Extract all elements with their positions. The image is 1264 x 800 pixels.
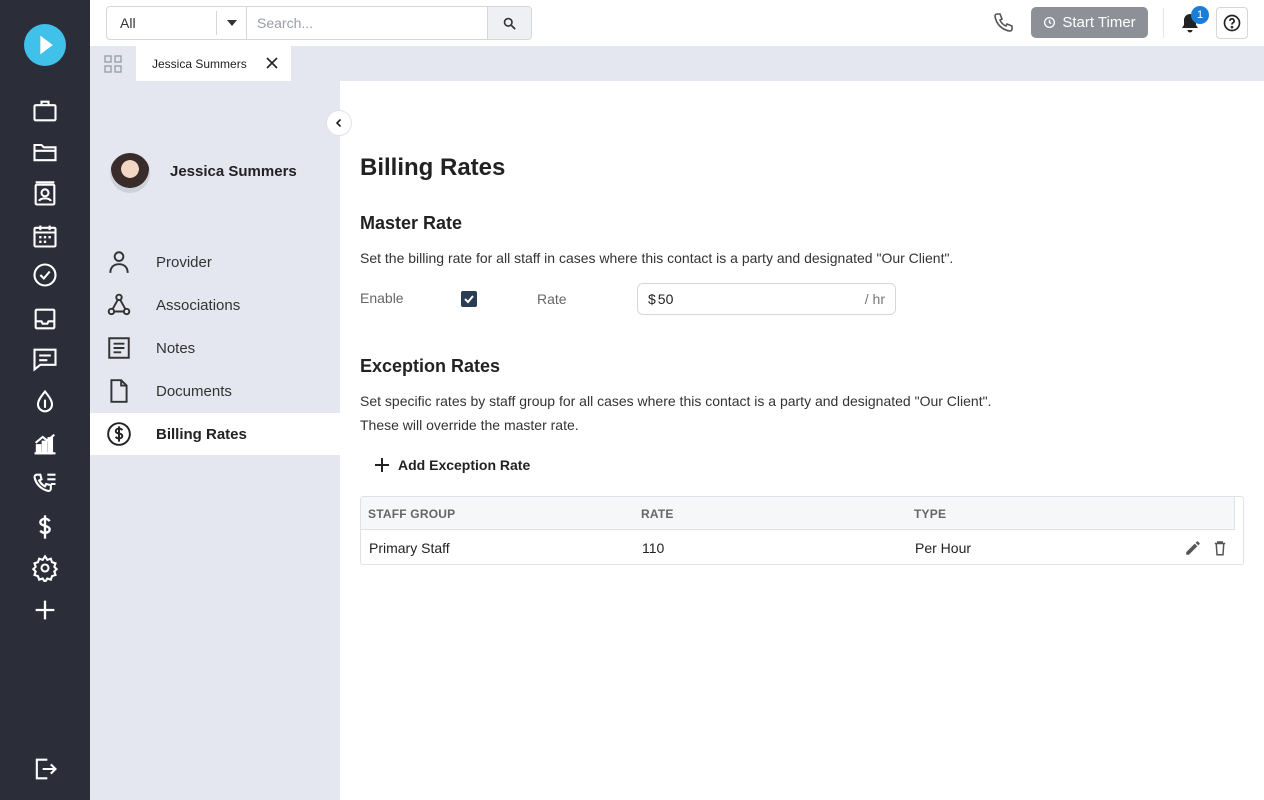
add-exception-rate-label: Add Exception Rate	[398, 457, 531, 473]
logout-icon[interactable]	[29, 753, 61, 785]
add-exception-rate-button[interactable]: Add Exception Rate	[374, 457, 530, 473]
menu-item-associations[interactable]: Associations	[90, 284, 340, 326]
exception-rates-heading: Exception Rates	[360, 356, 501, 376]
plus-icon	[375, 458, 389, 472]
master-rate-input[interactable]: $ 50 / hr	[637, 283, 896, 315]
briefcase-icon[interactable]	[29, 95, 61, 127]
trust-icon[interactable]	[29, 386, 61, 418]
search-input[interactable]	[247, 7, 487, 39]
exception-rates-note: These will override the master rate.	[360, 417, 579, 433]
tab-strip: Jessica Summers	[90, 46, 1264, 81]
rate-unit: / hr	[864, 291, 885, 307]
menu-item-billing-rates[interactable]: Billing Rates	[90, 413, 340, 455]
folder-icon[interactable]	[29, 136, 61, 168]
clock-icon	[1044, 16, 1056, 29]
start-timer-label: Start Timer	[1062, 14, 1136, 31]
exception-rates-description: Set specific rates by staff group for al…	[360, 393, 992, 409]
person-icon	[109, 251, 129, 273]
notification-badge: 1	[1191, 6, 1209, 24]
call-log-icon[interactable]	[29, 468, 61, 500]
table-header: STAFF GROUP RATE TYPE	[361, 497, 1235, 530]
help-icon	[1223, 14, 1241, 32]
edit-icon[interactable]	[1184, 539, 1202, 557]
grid-icon[interactable]	[104, 55, 122, 73]
main-content: Billing Rates Master Rate Set the billin…	[340, 81, 1264, 800]
menu-item-notes[interactable]: Notes	[90, 327, 340, 369]
enable-label: Enable	[360, 290, 404, 306]
menu-label: Provider	[156, 253, 212, 271]
global-search: All	[106, 6, 532, 40]
tab-jessica-summers[interactable]: Jessica Summers	[136, 46, 291, 81]
cell-staff-group: Primary Staff	[369, 540, 450, 556]
master-rate-description: Set the billing rate for all staff in ca…	[360, 250, 954, 266]
chevron-left-icon	[335, 118, 342, 128]
menu-label: Associations	[156, 296, 241, 314]
close-icon[interactable]	[265, 56, 279, 70]
start-timer-button[interactable]: Start Timer	[1031, 7, 1148, 38]
avatar	[110, 153, 150, 193]
page-title: Billing Rates	[360, 154, 506, 181]
settings-icon[interactable]	[29, 552, 61, 584]
top-bar: All Start Timer 1	[90, 0, 1264, 46]
menu-item-documents[interactable]: Documents	[90, 370, 340, 412]
rate-label: Rate	[537, 291, 567, 307]
cell-rate: 110	[642, 540, 665, 556]
document-icon	[110, 379, 128, 403]
menu-item-provider[interactable]: Provider	[90, 241, 340, 283]
search-button[interactable]	[487, 7, 531, 39]
column-header-type[interactable]: TYPE	[914, 507, 946, 521]
reports-icon[interactable]	[29, 428, 61, 460]
caret-down-icon[interactable]	[216, 11, 246, 35]
billing-icon[interactable]	[29, 511, 61, 543]
play-icon[interactable]	[24, 24, 66, 66]
trash-icon[interactable]	[1211, 539, 1229, 557]
search-scope-value: All	[120, 15, 136, 31]
notes-icon	[108, 337, 130, 359]
tab-label: Jessica Summers	[152, 56, 247, 71]
search-icon	[503, 17, 516, 30]
column-header-rate[interactable]: RATE	[641, 507, 674, 521]
menu-label: Notes	[156, 339, 196, 357]
divider	[1163, 8, 1164, 38]
network-icon	[107, 293, 131, 316]
menu-label: Billing Rates	[156, 425, 247, 443]
dollar-circle-icon	[107, 422, 131, 446]
tasks-icon[interactable]	[29, 259, 61, 291]
exception-rates-table: STAFF GROUP RATE TYPE Primary Staff 110 …	[360, 496, 1244, 565]
collapse-panel-button[interactable]	[326, 110, 352, 136]
menu-label: Documents	[156, 382, 232, 400]
calendar-icon[interactable]	[29, 220, 61, 252]
master-rate-heading: Master Rate	[360, 213, 463, 233]
messages-icon[interactable]	[29, 343, 61, 375]
contact-name: Jessica Summers	[170, 163, 297, 180]
contacts-icon[interactable]	[29, 178, 61, 210]
search-scope-select[interactable]: All	[107, 7, 247, 39]
check-icon	[464, 295, 474, 304]
app-rail	[0, 0, 90, 800]
column-header-staff-group[interactable]: STAFF GROUP	[368, 507, 455, 521]
master-rate-value: 50	[657, 291, 674, 307]
cell-type: Per Hour	[915, 540, 972, 556]
help-button[interactable]	[1216, 7, 1248, 39]
contact-panel: Jessica Summers Provider Associations No…	[90, 81, 340, 800]
enable-checkbox[interactable]	[461, 291, 477, 307]
add-icon[interactable]	[29, 594, 61, 626]
currency-symbol: $	[648, 291, 656, 307]
phone-icon[interactable]	[992, 11, 1016, 35]
inbox-icon[interactable]	[29, 303, 61, 335]
